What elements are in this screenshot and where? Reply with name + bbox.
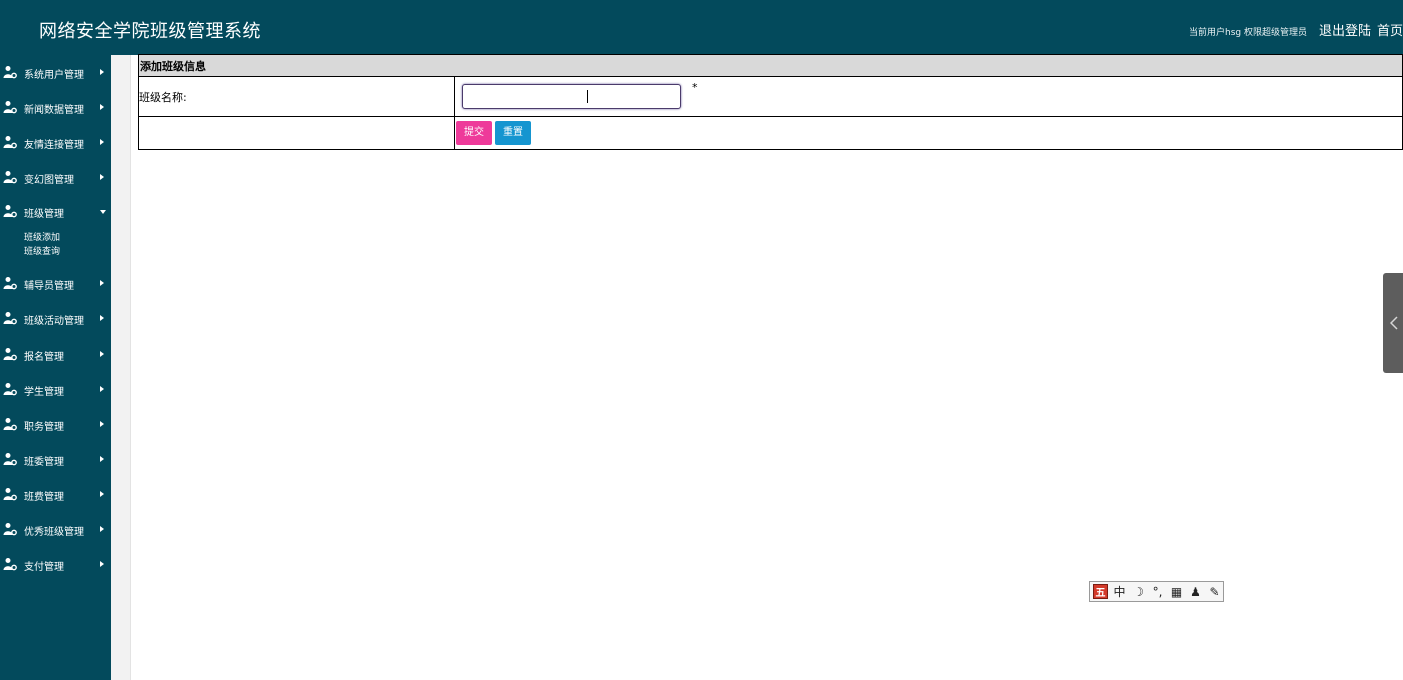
sidebar-item-slides[interactable]: 变幻图管理 [0,165,111,189]
chevron-right-icon [100,104,104,110]
chevron-right-icon [100,139,104,145]
submit-button[interactable]: 提交 [456,121,492,145]
sidebar-item-system-users[interactable]: 系统用户管理 [0,60,111,84]
top-header: 网络安全学院班级管理系统 当前用户hsg 权限超级管理员 退出登陆 首页 [0,0,1403,55]
chevron-right-icon [100,280,104,286]
user-gear-icon [3,205,17,218]
ime-toolbar: 五 中 ☽ °, ▦ ♟ ✎ [1089,581,1224,602]
chevron-right-icon [100,386,104,392]
ime-half-width-icon[interactable]: ☽ [1131,584,1146,599]
logout-link[interactable]: 退出登陆 [1319,20,1371,39]
sidebar-item-label: 班级活动管理 [24,316,84,327]
empty-cell [138,116,455,150]
chevron-right-icon [100,491,104,497]
user-gear-icon [3,383,17,396]
user-gear-icon [3,66,17,79]
chevron-right-icon [100,526,104,532]
sidebar-item-label: 班级管理 [24,209,64,220]
header-user-area: 当前用户hsg 权限超级管理员 退出登陆 首页 [1189,20,1403,39]
sidebar-item-class-activity[interactable]: 班级活动管理 [0,306,111,330]
sidebar-item-counselor[interactable]: 辅导员管理 [0,271,111,295]
form-title: 添加班级信息 [138,54,1403,77]
chevron-right-icon [100,315,104,321]
sidebar-item-excellent-class[interactable]: 优秀班级管理 [0,517,111,541]
sidebar-item-committee[interactable]: 班委管理 [0,447,111,471]
user-gear-icon [3,312,17,325]
ime-settings-icon[interactable]: ✎ [1207,584,1222,599]
ime-punctuation-icon[interactable]: °, [1150,584,1165,599]
reset-button[interactable]: 重置 [495,121,531,145]
class-name-cell: * [454,76,1403,117]
sidebar-item-label: 系统用户管理 [24,70,84,81]
form-actions: 提交 重置 [454,116,1403,150]
sidebar-item-label: 班委管理 [24,457,64,468]
user-gear-icon [3,453,17,466]
ime-keyboard-icon[interactable]: ▦ [1169,584,1184,599]
sidebar-item-label: 支付管理 [24,562,64,573]
sidebar-item-label: 友情连接管理 [24,140,84,151]
sidebar-item-links[interactable]: 友情连接管理 [0,130,111,154]
user-gear-icon [3,277,17,290]
class-name-label: 班级名称: [138,76,455,117]
add-class-form: 添加班级信息 班级名称: * 提交 重置 [138,54,1403,150]
sidebar-item-payment[interactable]: 支付管理 [0,552,111,576]
sidebar-item-label: 班费管理 [24,492,64,503]
sidebar-item-label: 职务管理 [24,422,64,433]
sidebar-item-students[interactable]: 学生管理 [0,377,111,401]
user-gear-icon [3,523,17,536]
collapse-panel-tab[interactable] [1383,273,1403,373]
ime-chinese-mode-icon[interactable]: 中 [1112,584,1127,599]
sidebar-item-label: 报名管理 [24,352,64,363]
user-gear-icon [3,558,17,571]
sidebar-item-signup[interactable]: 报名管理 [0,342,111,366]
sidebar-gutter [111,55,131,680]
sidebar-item-class-fee[interactable]: 班费管理 [0,482,111,506]
app-title: 网络安全学院班级管理系统 [39,21,261,42]
chevron-right-icon [100,174,104,180]
user-gear-icon [3,488,17,501]
sidebar-subitem-class-add[interactable]: 班级添加 [24,230,60,243]
sidebar-item-label: 辅导员管理 [24,281,74,292]
chevron-right-icon [100,456,104,462]
sidebar-item-label: 变幻图管理 [24,175,74,186]
required-mark: * [692,81,698,94]
user-gear-icon [3,101,17,114]
sidebar-item-news[interactable]: 新闻数据管理 [0,95,111,119]
chevron-right-icon [100,561,104,567]
sidebar-item-label: 学生管理 [24,387,64,398]
current-user-info: 当前用户hsg 权限超级管理员 [1189,28,1307,38]
sidebar-menu: 系统用户管理 新闻数据管理 友情连接管理 变幻图管理 班级管理 班级添加 班级查… [0,55,111,680]
class-name-input[interactable] [462,84,681,109]
chevron-right-icon [100,69,104,75]
sidebar-subitem-class-query[interactable]: 班级查询 [24,244,60,257]
sidebar-item-positions[interactable]: 职务管理 [0,412,111,436]
ime-logo-icon[interactable]: 五 [1093,584,1108,599]
sidebar-item-label: 新闻数据管理 [24,105,84,116]
chevron-right-icon [100,421,104,427]
chevron-right-icon [100,351,104,357]
sidebar-item-class[interactable]: 班级管理 [0,199,111,223]
ime-user-icon[interactable]: ♟ [1188,584,1203,599]
sidebar-item-label: 优秀班级管理 [24,527,84,538]
user-gear-icon [3,171,17,184]
chevron-down-icon [100,210,106,214]
user-gear-icon [3,136,17,149]
user-gear-icon [3,348,17,361]
home-link[interactable]: 首页 [1377,20,1403,39]
chevron-left-icon [1390,316,1398,330]
user-gear-icon [3,418,17,431]
